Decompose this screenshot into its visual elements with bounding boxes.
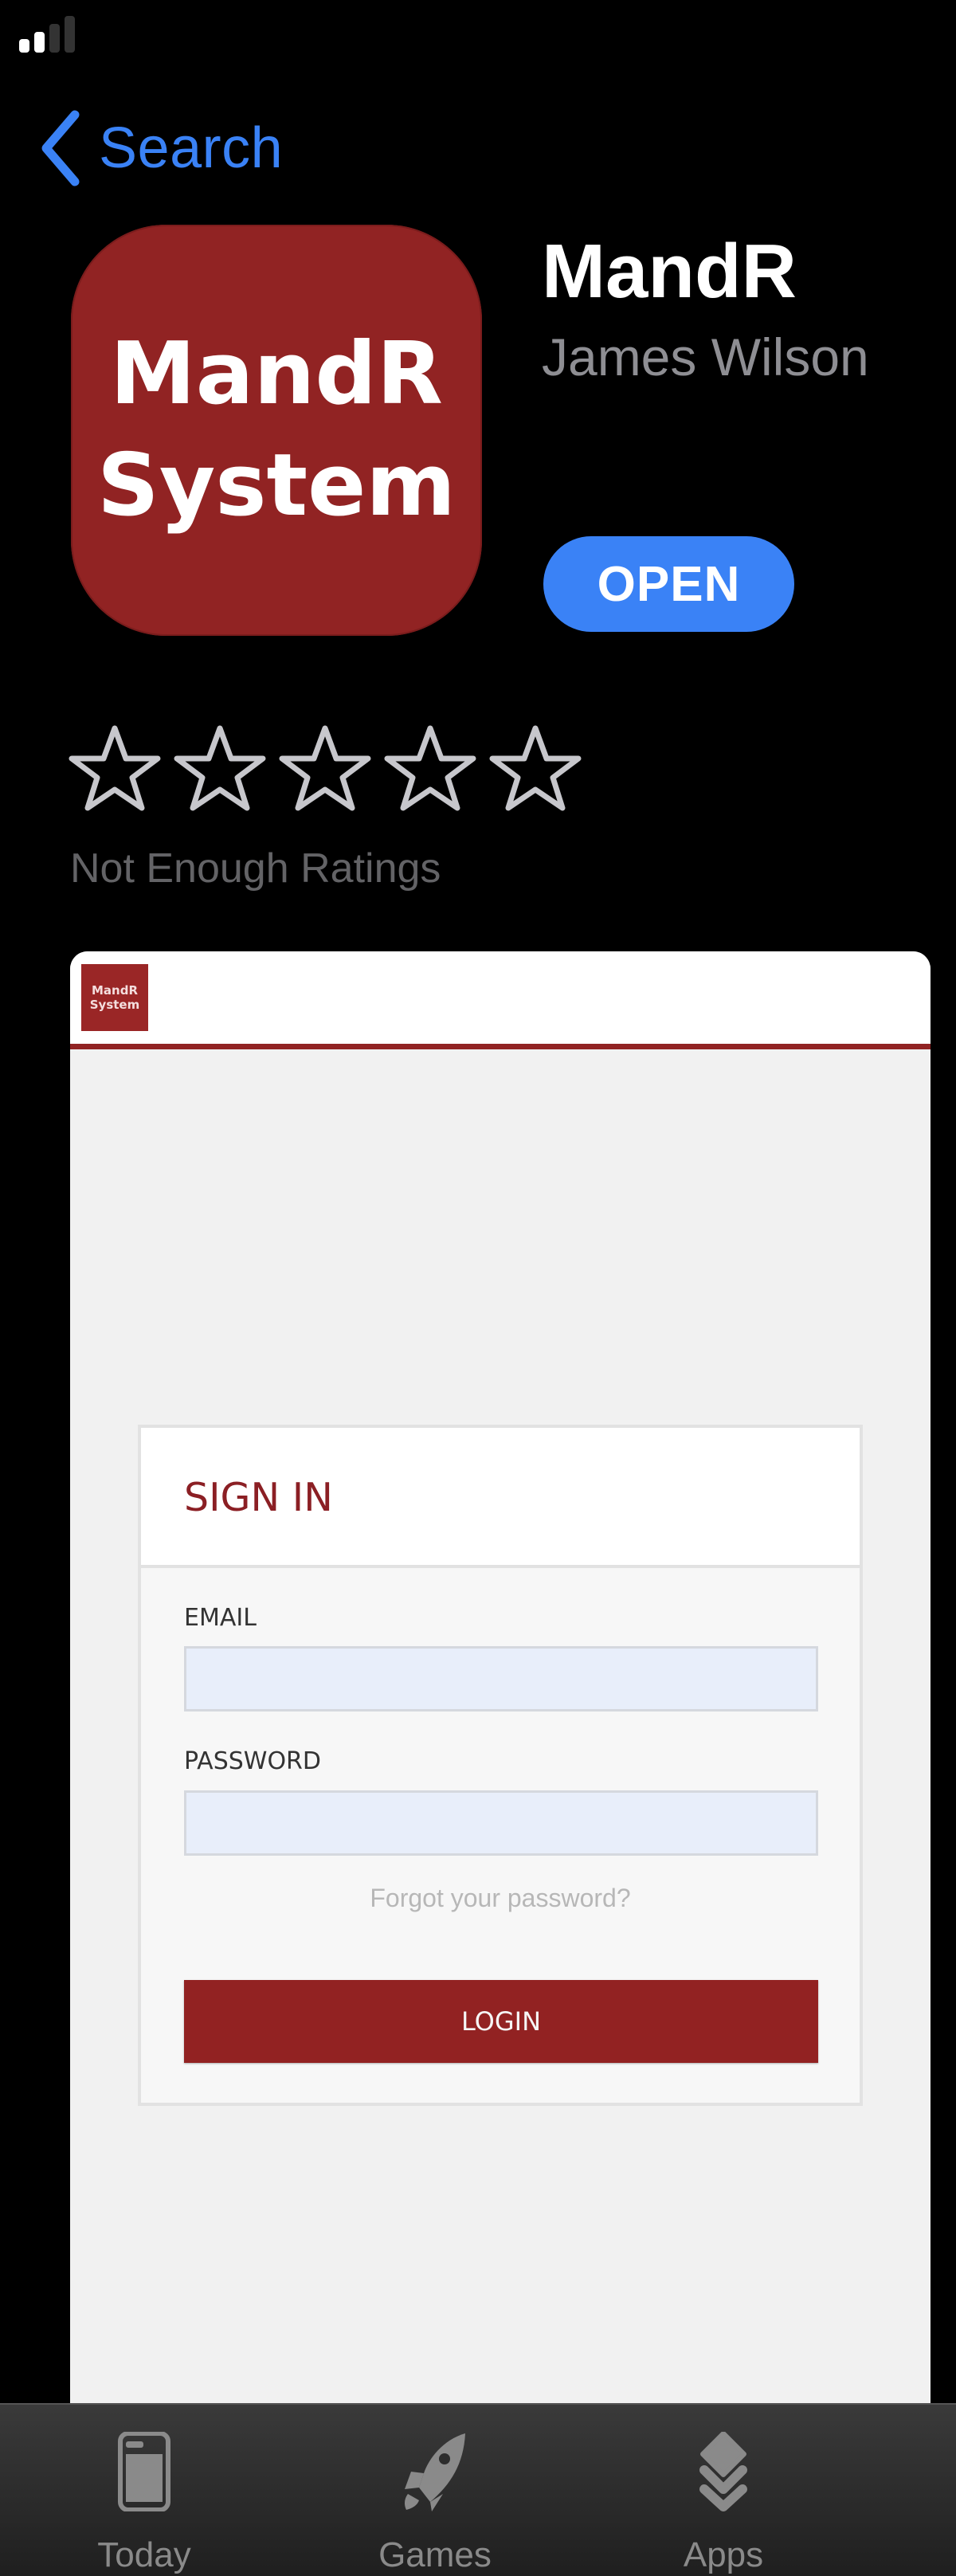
signal-bar [65, 16, 75, 53]
star-outline-icon [69, 725, 161, 811]
tab-label: Games [378, 2535, 492, 2574]
email-field[interactable] [184, 1646, 818, 1711]
tab-label: Today [97, 2535, 191, 2574]
back-button[interactable]: Search [40, 108, 283, 188]
signal-bar [49, 24, 60, 53]
ratings-note: Not Enough Ratings [70, 845, 441, 892]
star-outline-icon [174, 725, 266, 811]
app-icon-line1: MandR [110, 324, 443, 424]
rating-stars[interactable] [69, 723, 582, 813]
tab-bar: Today Games Apps [0, 2403, 956, 2576]
email-label: EMAIL [184, 1604, 257, 1632]
back-label: Search [99, 116, 284, 180]
signin-title: SIGN IN [184, 1475, 333, 1520]
screenshot-header: MandR System [70, 951, 931, 1044]
tab-label: Apps [683, 2535, 764, 2574]
app-screenshot-preview[interactable]: MandR System SIGN IN EMAIL PASSWORD Forg… [70, 951, 931, 2409]
tab-games[interactable]: Games [339, 2405, 531, 2576]
open-button[interactable]: OPEN [543, 536, 794, 632]
star-outline-icon [384, 725, 476, 811]
forgot-password-link[interactable]: Forgot your password? [141, 1882, 860, 1914]
password-field[interactable] [184, 1790, 818, 1856]
app-icon-line2: System [97, 436, 456, 535]
tab-today[interactable]: Today [49, 2405, 240, 2576]
signin-card: SIGN IN EMAIL PASSWORD Forgot your passw… [138, 1425, 863, 2106]
password-label: PASSWORD [184, 1747, 322, 1775]
app-icon: MandR System [71, 225, 482, 636]
signin-card-header: SIGN IN [141, 1428, 860, 1568]
tab-apps[interactable]: Apps [628, 2405, 819, 2576]
star-outline-icon [489, 725, 582, 811]
today-icon [118, 2432, 170, 2511]
screenshot-header-divider [70, 1044, 931, 1049]
login-button[interactable]: LOGIN [184, 1980, 818, 2063]
app-title: MandR [542, 229, 797, 314]
signal-bar [19, 39, 29, 53]
screenshot-logo: MandR System [81, 964, 148, 1031]
developer-link[interactable]: James Wilson [542, 325, 869, 389]
stack-icon [699, 2432, 747, 2511]
star-outline-icon [279, 725, 371, 811]
rocket-icon [405, 2433, 465, 2511]
screenshot-logo-line2: System [89, 998, 140, 1012]
cellular-signal-icon [19, 16, 75, 53]
screenshot-logo-line1: MandR [91, 983, 138, 998]
chevron-left-icon [41, 110, 80, 186]
signal-bar [34, 32, 45, 53]
